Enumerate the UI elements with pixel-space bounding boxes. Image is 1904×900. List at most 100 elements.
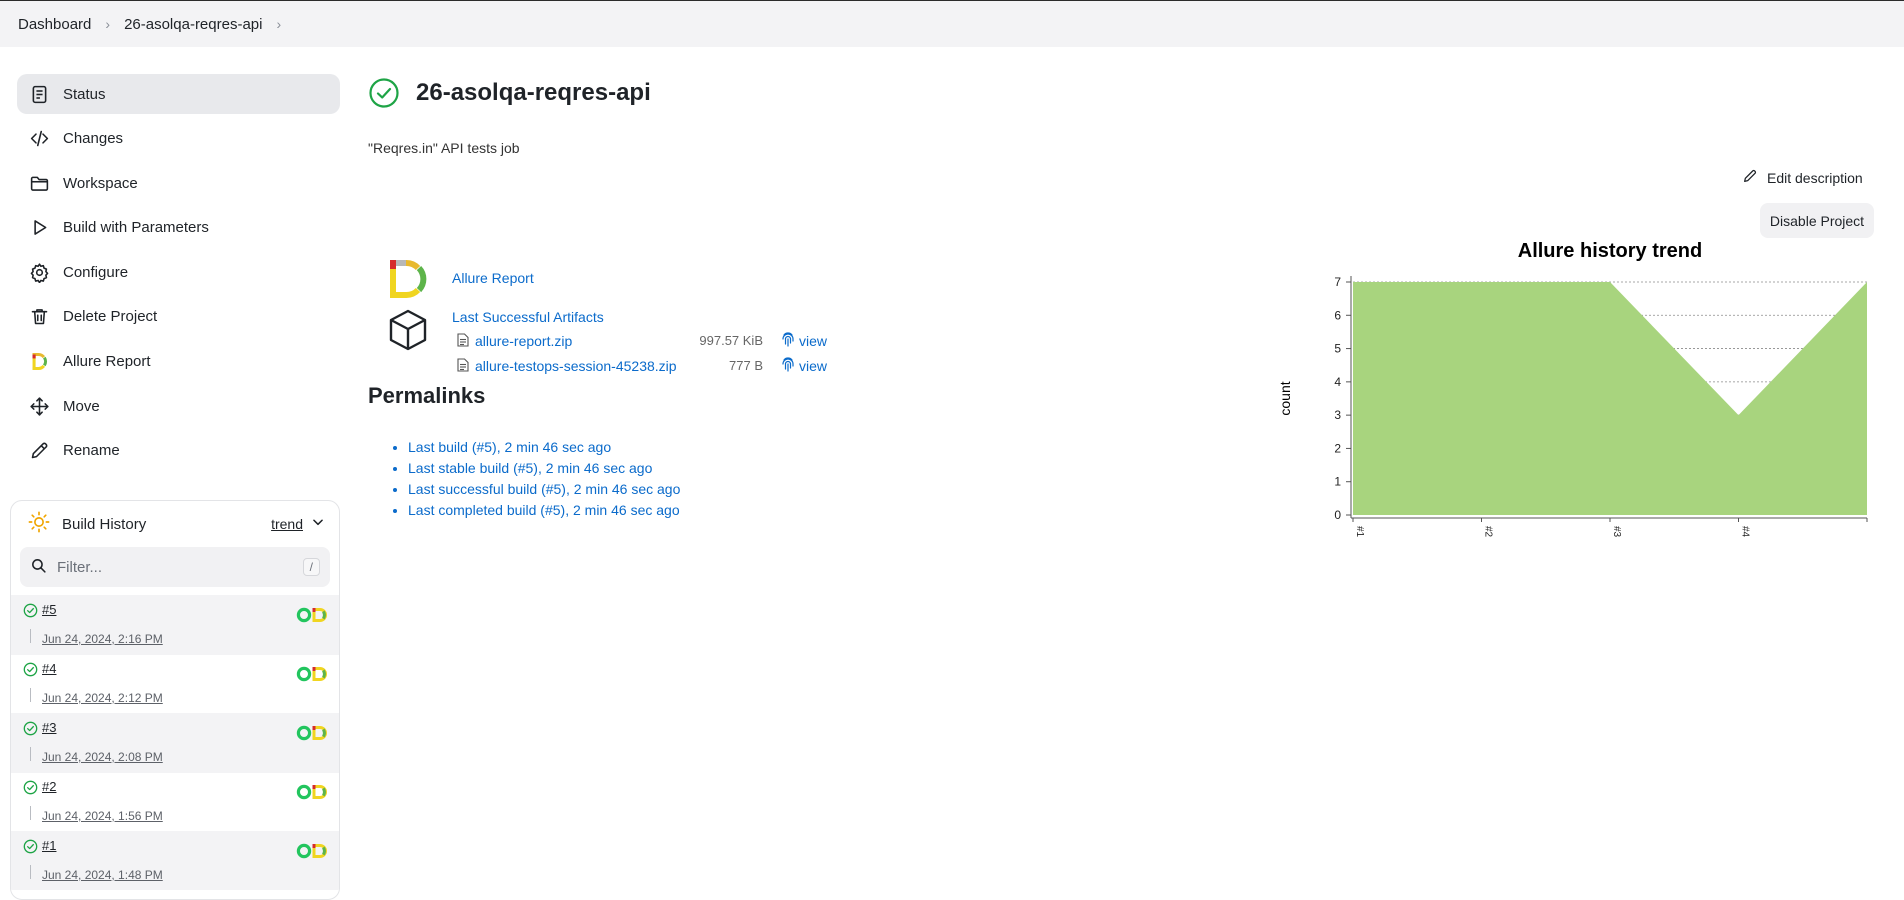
- allure-badges-icon[interactable]: [296, 843, 328, 859]
- artifact-view-link[interactable]: view: [781, 331, 827, 350]
- build-number-link[interactable]: #2: [42, 779, 56, 794]
- permalink-last-successful-build[interactable]: Last successful build (#5), 2 min 46 sec…: [408, 481, 680, 497]
- build-row[interactable]: #4 Jun 24, 2024, 2:12 PM: [11, 654, 339, 713]
- edit-description-label: Edit description: [1767, 170, 1863, 186]
- chart-y-axis-label: count: [1277, 381, 1293, 415]
- success-status-icon: [23, 839, 38, 854]
- build-date-link[interactable]: Jun 24, 2024, 2:08 PM: [42, 750, 163, 764]
- allure-badges-icon[interactable]: [296, 784, 328, 800]
- chart-y-tick-label: 7: [1334, 275, 1341, 289]
- sidebar-item-changes[interactable]: Changes: [17, 119, 340, 159]
- search-icon: [30, 557, 47, 578]
- permalink-last-stable-build[interactable]: Last stable build (#5), 2 min 46 sec ago: [408, 460, 652, 476]
- file-icon: [457, 358, 469, 375]
- last-successful-artifacts-link[interactable]: Last Successful Artifacts: [452, 309, 604, 325]
- build-number-link[interactable]: #1: [42, 838, 56, 853]
- breadcrumb: Dashboard › 26-asolqa-reqres-api ›: [0, 0, 1904, 47]
- sidebar: Status Changes Workspace Build with Para…: [17, 74, 340, 475]
- sidebar-item-move[interactable]: Move: [17, 386, 340, 426]
- sidebar-item-label: Changes: [63, 130, 123, 147]
- filter-input[interactable]: [55, 558, 303, 577]
- artifact-view-link[interactable]: view: [781, 356, 827, 375]
- allure-report-link[interactable]: Allure Report: [452, 270, 534, 286]
- sidebar-item-label: Build with Parameters: [63, 219, 209, 236]
- success-status-icon: [368, 77, 400, 109]
- sidebar-item-allure-report[interactable]: Allure Report: [17, 342, 340, 382]
- sidebar-item-build-with-parameters[interactable]: Build with Parameters: [17, 208, 340, 248]
- chart-y-tick-label: 5: [1334, 342, 1341, 356]
- allure-history-trend-chart[interactable]: Allure history trend01234567#1#2#3#4#5co…: [1270, 230, 1870, 550]
- edit-description-link[interactable]: Edit description: [1742, 168, 1863, 187]
- build-timeline-line: [30, 629, 31, 643]
- sidebar-item-label: Status: [63, 86, 106, 103]
- build-number-link[interactable]: #5: [42, 602, 56, 617]
- chart-y-tick-label: 4: [1334, 375, 1341, 389]
- build-row[interactable]: #2 Jun 24, 2024, 1:56 PM: [11, 772, 339, 831]
- page-title: 26-asolqa-reqres-api: [416, 77, 651, 109]
- permalink-last-build[interactable]: Last build (#5), 2 min 46 sec ago: [408, 439, 611, 455]
- fingerprint-icon: [781, 331, 799, 350]
- sidebar-item-rename[interactable]: Rename: [17, 431, 340, 471]
- sidebar-item-label: Move: [63, 398, 100, 415]
- build-timeline-line: [30, 865, 31, 879]
- success-status-icon: [23, 603, 38, 618]
- build-row[interactable]: #3 Jun 24, 2024, 2:08 PM: [11, 713, 339, 772]
- project-description: "Reqres.in" API tests job: [368, 140, 520, 156]
- filter-box: /: [20, 547, 330, 587]
- success-status-icon: [23, 721, 38, 736]
- chart-y-tick-label: 6: [1334, 308, 1341, 322]
- build-timeline-line: [30, 806, 31, 820]
- package-box-icon: [386, 308, 430, 352]
- breadcrumb-dashboard[interactable]: Dashboard: [18, 16, 91, 33]
- sidebar-item-label: Delete Project: [63, 308, 157, 325]
- allure-badges-icon[interactable]: [296, 725, 328, 741]
- artifact-view-label: view: [799, 333, 827, 349]
- pencil-icon: [28, 440, 50, 462]
- chart-x-tick-label: #2: [1483, 526, 1494, 538]
- build-row[interactable]: #5 Jun 24, 2024, 2:16 PM: [11, 595, 339, 654]
- allure-logo-icon[interactable]: [386, 259, 430, 299]
- permalink-item: Last build (#5), 2 min 46 sec ago: [408, 437, 680, 458]
- pencil-icon: [1742, 168, 1767, 187]
- trend-link[interactable]: trend: [271, 516, 303, 532]
- breadcrumb-separator-icon[interactable]: ›: [276, 16, 281, 32]
- sidebar-item-label: Rename: [63, 442, 120, 459]
- sun-weather-icon: [28, 511, 50, 537]
- sidebar-item-status[interactable]: Status: [17, 74, 340, 114]
- sidebar-item-workspace[interactable]: Workspace: [17, 163, 340, 203]
- chart-y-tick-label: 0: [1334, 508, 1341, 522]
- permalinks-heading: Permalinks: [368, 383, 485, 409]
- build-date-link[interactable]: Jun 24, 2024, 2:12 PM: [42, 691, 163, 705]
- gear-icon: [28, 261, 50, 283]
- build-date-link[interactable]: Jun 24, 2024, 1:48 PM: [42, 868, 163, 882]
- artifact-size: 777 B: [643, 358, 763, 373]
- build-number-link[interactable]: #3: [42, 720, 56, 735]
- allure-badges-icon[interactable]: [296, 607, 328, 623]
- build-history-panel: Build History trend / #5 Jun 24, 2024, 2:…: [10, 500, 340, 900]
- trash-icon: [28, 306, 50, 328]
- build-number-link[interactable]: #4: [42, 661, 56, 676]
- fingerprint-icon: [781, 356, 799, 375]
- build-row[interactable]: #1 Jun 24, 2024, 1:48 PM: [11, 831, 339, 890]
- sidebar-item-delete-project[interactable]: Delete Project: [17, 297, 340, 337]
- filter-shortcut-key: /: [303, 558, 320, 576]
- sidebar-item-configure[interactable]: Configure: [17, 252, 340, 292]
- success-status-icon: [23, 662, 38, 677]
- permalink-last-completed-build[interactable]: Last completed build (#5), 2 min 46 sec …: [408, 502, 680, 518]
- sidebar-item-label: Workspace: [63, 175, 138, 192]
- permalink-item: Last stable build (#5), 2 min 46 sec ago: [408, 458, 680, 479]
- file-icon: [457, 333, 469, 350]
- build-date-link[interactable]: Jun 24, 2024, 2:16 PM: [42, 632, 163, 646]
- build-history-header: Build History trend: [11, 501, 339, 547]
- artifact-link[interactable]: allure-report.zip: [475, 333, 572, 349]
- breadcrumb-project[interactable]: 26-asolqa-reqres-api: [124, 16, 262, 33]
- code-icon: [28, 128, 50, 150]
- build-date-link[interactable]: Jun 24, 2024, 1:56 PM: [42, 809, 163, 823]
- sidebar-item-label: Configure: [63, 264, 128, 281]
- allure-icon: [28, 351, 50, 373]
- allure-badges-icon[interactable]: [296, 666, 328, 682]
- build-history-title: Build History: [62, 516, 271, 533]
- status-document-icon: [28, 83, 50, 105]
- chevron-down-icon[interactable]: [311, 515, 325, 533]
- permalinks-list: Last build (#5), 2 min 46 sec ago Last s…: [368, 437, 680, 521]
